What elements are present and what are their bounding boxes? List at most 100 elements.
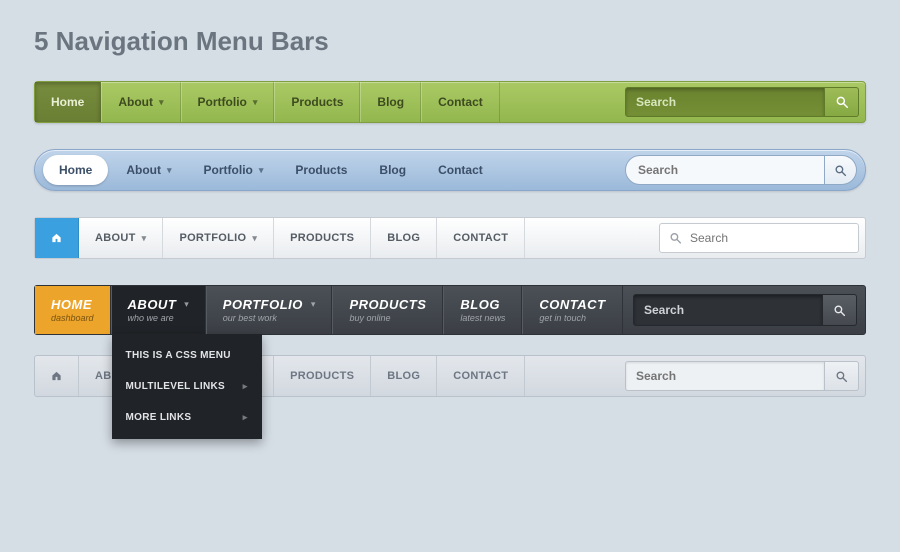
search-button[interactable] xyxy=(825,361,859,391)
chevron-down-icon: ▾ xyxy=(253,97,258,108)
nav-dark-subtitle: HOME dashboard ABOUT ▾ who we are THIS I… xyxy=(34,285,866,335)
nav1-item-portfolio[interactable]: Portfolio ▾ xyxy=(181,82,275,122)
chevron-down-icon: ▾ xyxy=(167,165,172,176)
nav-item-label: Portfolio xyxy=(198,95,247,109)
dropdown-item[interactable]: MULTILEVEL LINKS ▸ xyxy=(112,371,262,402)
spacer xyxy=(525,218,653,258)
nav-item-label: BLOG xyxy=(460,297,505,312)
nav2-item-products[interactable]: Products xyxy=(279,150,363,190)
nav-item-subtitle: buy online xyxy=(349,313,426,323)
chevron-down-icon: ▾ xyxy=(259,165,264,176)
nav2-item-contact[interactable]: Contact xyxy=(422,150,499,190)
dropdown-menu: THIS IS A CSS MENU MULTILEVEL LINKS ▸ MOR… xyxy=(112,334,262,439)
nav-item-subtitle: latest news xyxy=(460,313,505,323)
search-input[interactable] xyxy=(625,155,825,185)
spacer xyxy=(500,82,625,122)
nav-item-label: Contact xyxy=(438,163,483,177)
nav-item-label: PRODUCTS xyxy=(290,370,354,382)
nav3-item-portfolio[interactable]: PORTFOLIO▾ xyxy=(163,218,274,258)
search-wrap xyxy=(625,155,857,185)
chevron-right-icon: ▸ xyxy=(243,381,248,392)
search-icon xyxy=(669,232,682,245)
dropdown-item-label: THIS IS A CSS MENU xyxy=(126,350,231,361)
dropdown-item-label: MULTILEVEL LINKS xyxy=(126,381,225,392)
nav2-item-blog[interactable]: Blog xyxy=(363,150,422,190)
nav1-item-about[interactable]: About ▾ xyxy=(101,82,180,122)
search-wrap xyxy=(625,86,859,118)
nav2-item-portfolio[interactable]: Portfolio ▾ xyxy=(188,150,280,190)
nav4-item-about[interactable]: ABOUT ▾ who we are THIS IS A CSS MENU MU… xyxy=(111,286,206,334)
chevron-down-icon: ▾ xyxy=(159,97,164,108)
search-input[interactable] xyxy=(625,87,825,117)
search-button[interactable] xyxy=(825,87,859,117)
home-icon xyxy=(51,230,62,246)
nav3-item-home[interactable] xyxy=(35,218,79,258)
nav-item-label: CONTACT xyxy=(453,370,508,382)
nav-item-subtitle: who we are xyxy=(128,313,189,323)
search-wrap xyxy=(625,361,859,391)
nav3-item-blog[interactable]: BLOG xyxy=(371,218,437,258)
nav4-item-products[interactable]: PRODUCTS buy online xyxy=(332,286,443,334)
nav2-item-about[interactable]: About▾ xyxy=(110,150,187,190)
nav4-item-blog[interactable]: BLOG latest news xyxy=(443,286,522,334)
dropdown-item[interactable]: MORE LINKS ▸ xyxy=(112,402,262,433)
nav2-item-home[interactable]: Home xyxy=(43,155,108,185)
dropdown-item[interactable]: THIS IS A CSS MENU xyxy=(112,340,262,371)
nav5-item-contact[interactable]: CONTACT xyxy=(437,356,525,396)
search-wrap xyxy=(633,294,857,326)
chevron-down-icon: ▾ xyxy=(184,299,189,310)
search-input[interactable] xyxy=(625,361,825,391)
search-icon xyxy=(834,164,847,177)
nav-item-label: CONTACT xyxy=(539,297,605,312)
nav-item-subtitle: get in touch xyxy=(539,313,605,323)
nav1-item-blog[interactable]: Blog xyxy=(360,82,421,122)
page-title: 5 Navigation Menu Bars xyxy=(34,26,866,57)
nav1-item-contact[interactable]: Contact xyxy=(421,82,500,122)
nav-blue-pill: Home About▾ Portfolio ▾ Products Blog Con… xyxy=(34,149,866,191)
nav-item-label: PORTFOLIO xyxy=(223,297,303,312)
nav-item-subtitle: dashboard xyxy=(51,313,94,323)
nav-item-label: HOME xyxy=(51,297,94,312)
nav-item-label: About xyxy=(118,95,153,109)
dropdown-item-label: MORE LINKS xyxy=(126,412,192,423)
search-input[interactable] xyxy=(659,223,859,253)
nav-green: Home About ▾ Portfolio ▾ Products Blog Con… xyxy=(34,81,866,123)
search-icon xyxy=(835,370,848,383)
nav3-item-contact[interactable]: CONTACT xyxy=(437,218,525,258)
search-button[interactable] xyxy=(823,294,857,326)
nav-item-label: Blog xyxy=(377,95,404,109)
nav-item-label: PRODUCTS xyxy=(349,297,426,312)
nav-light-tabs: ABOUT ▾ PORTFOLIO▾ PRODUCTS BLOG CONTACT xyxy=(34,217,866,259)
spacer xyxy=(525,356,619,396)
chevron-right-icon: ▸ xyxy=(243,412,248,423)
nav3-item-about[interactable]: ABOUT ▾ xyxy=(79,218,163,258)
search-input[interactable] xyxy=(633,294,823,326)
nav1-item-home[interactable]: Home xyxy=(35,82,101,122)
nav-item-label: Home xyxy=(51,95,84,109)
nav-item-label: Blog xyxy=(379,163,406,177)
nav5-item-home[interactable] xyxy=(35,356,79,396)
nav-item-label: CONTACT xyxy=(453,232,508,244)
nav1-item-products[interactable]: Products xyxy=(274,82,360,122)
nav4-item-home[interactable]: HOME dashboard xyxy=(35,286,111,334)
nav-item-label: Portfolio xyxy=(204,163,253,177)
search-icon xyxy=(833,304,846,317)
nav4-item-contact[interactable]: CONTACT get in touch xyxy=(522,286,622,334)
nav-item-label: Contact xyxy=(438,95,483,109)
nav-item-subtitle: our best work xyxy=(223,313,316,323)
nav-item-label: ABOUT xyxy=(95,232,136,244)
nav4-item-portfolio[interactable]: PORTFOLIO ▾ our best work xyxy=(206,286,333,334)
nav3-item-products[interactable]: PRODUCTS xyxy=(274,218,371,258)
chevron-down-icon: ▾ xyxy=(142,233,147,244)
search-button[interactable] xyxy=(825,155,857,185)
nav-item-label: Home xyxy=(59,163,92,177)
spacer xyxy=(499,150,623,190)
nav5-item-blog[interactable]: BLOG xyxy=(371,356,437,396)
home-icon xyxy=(51,369,62,383)
chevron-down-icon: ▾ xyxy=(311,299,316,310)
nav-item-label: BLOG xyxy=(387,370,420,382)
search-icon xyxy=(835,95,849,109)
nav5-item-products[interactable]: PRODUCTS xyxy=(274,356,371,396)
nav-item-label: BLOG xyxy=(387,232,420,244)
nav-item-label: ABOUT xyxy=(128,297,177,312)
